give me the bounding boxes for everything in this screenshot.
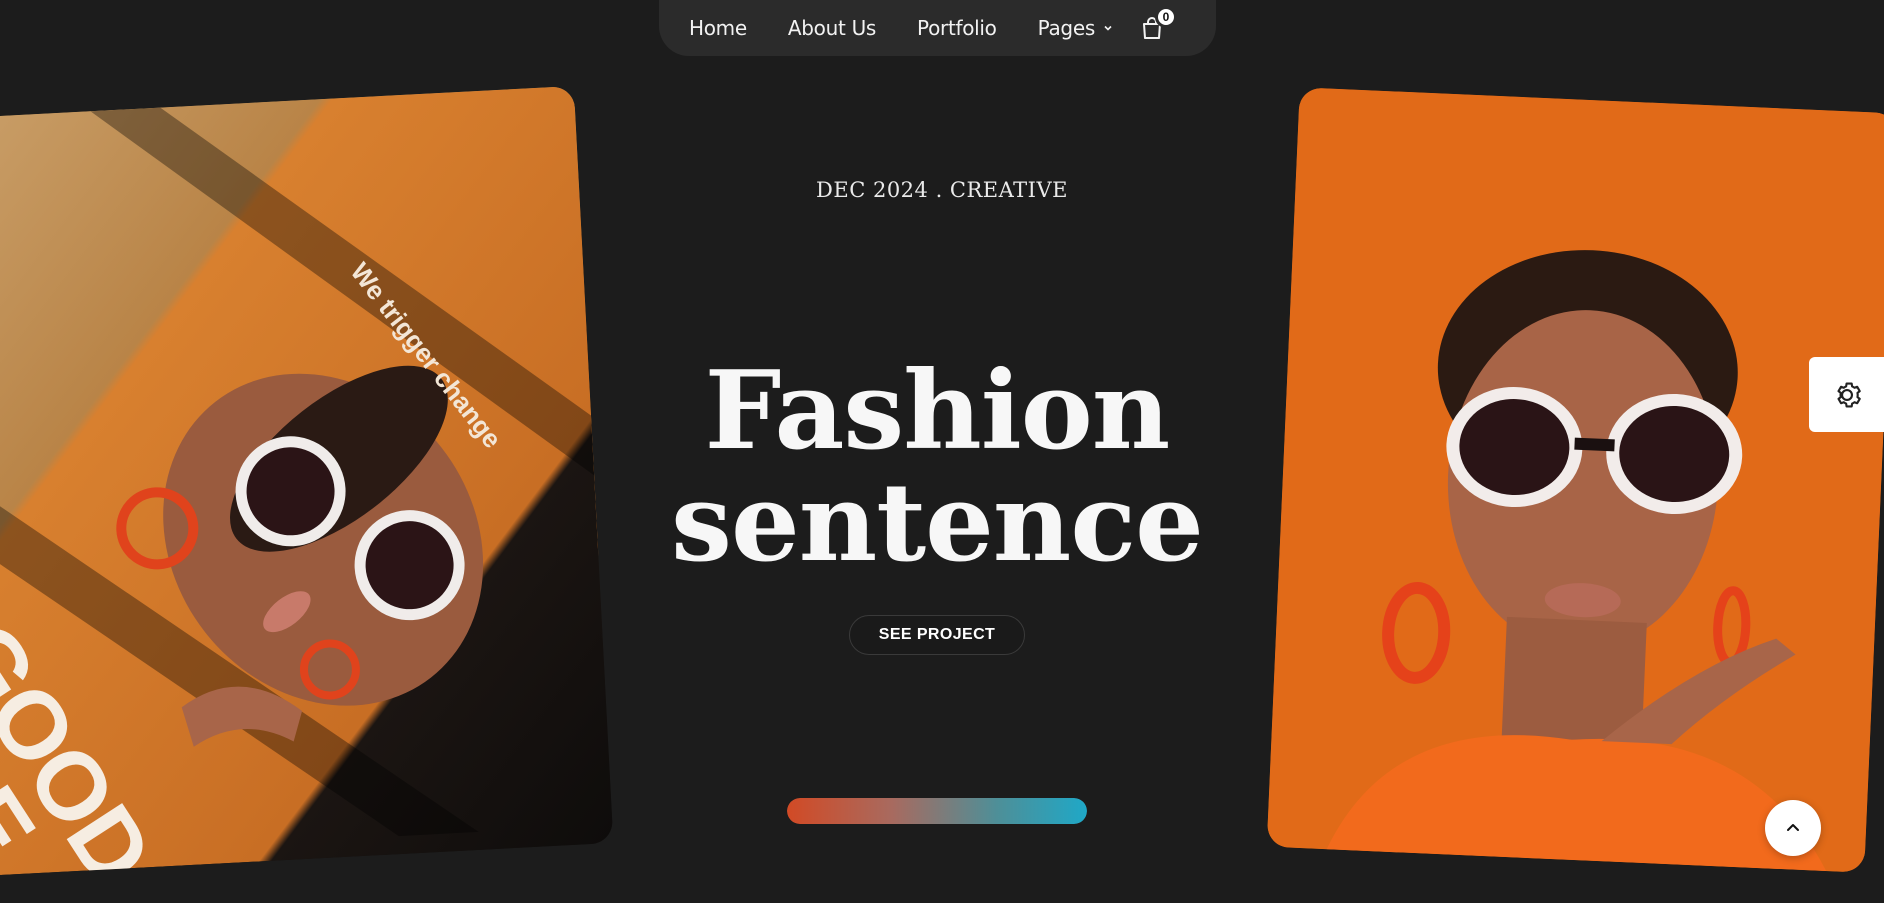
nav-pages-dropdown[interactable]: Pages	[1038, 16, 1113, 40]
hero-title-line2: sentence	[671, 460, 1204, 586]
settings-button[interactable]	[1809, 357, 1884, 432]
see-project-button[interactable]: SEE PROJECT	[849, 615, 1025, 655]
chevron-down-icon	[1104, 25, 1112, 31]
nav-pages-label: Pages	[1037, 16, 1096, 40]
nav-portfolio[interactable]: Portfolio	[917, 16, 997, 40]
hero-eyebrow: DEC 2024 . CREATIVE	[816, 178, 1068, 202]
slider-progress-bar	[787, 798, 1087, 824]
slider-progress-fill	[787, 798, 1087, 824]
nav-about-us[interactable]: About Us	[788, 16, 876, 40]
gear-icon	[1836, 381, 1861, 408]
chevron-up-icon	[1787, 824, 1799, 831]
hero-title: Fashion sentence	[0, 355, 1874, 579]
hero-title-line1: Fashion	[704, 348, 1171, 474]
main-nav: Home About Us Portfolio Pages 0	[659, 0, 1216, 56]
scroll-to-top-button[interactable]	[1765, 800, 1821, 856]
cart-count-badge: 0	[1154, 6, 1177, 28]
nav-home[interactable]: Home	[689, 16, 747, 40]
cart-button[interactable]: 0	[1139, 6, 1177, 41]
